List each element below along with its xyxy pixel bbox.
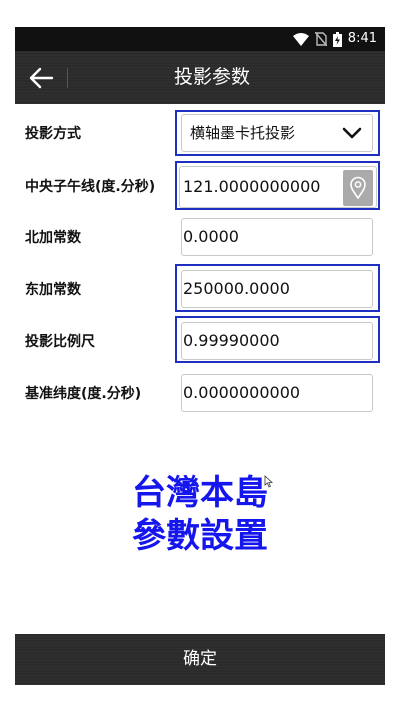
projection-method-select[interactable]: 横轴墨卡托投影 — [181, 114, 373, 152]
row-base-latitude: 基准纬度(度.分秒) 0.0000000000 — [15, 368, 385, 420]
scale-factor-label: 投影比例尺 — [25, 334, 95, 350]
locate-button[interactable] — [343, 170, 373, 206]
false-northing-value: 0.0000 — [183, 227, 239, 246]
central-meridian-input[interactable]: 121.0000000000 — [179, 166, 377, 208]
scale-factor-value: 0.99990000 — [183, 331, 280, 350]
status-bar: 8:41 — [15, 27, 385, 51]
arrow-left-icon — [29, 67, 54, 89]
row-false-northing: 北加常数 0.0000 — [15, 212, 385, 264]
status-time: 8:41 — [347, 31, 377, 46]
confirm-button[interactable]: 确定 — [15, 634, 385, 685]
base-latitude-value: 0.0000000000 — [183, 383, 301, 402]
projection-method-value: 横轴墨卡托投影 — [190, 124, 296, 142]
overlay-title-line-2: 參數設置 — [132, 516, 268, 556]
no-sim-icon — [314, 32, 327, 46]
page-title: 投影参数 — [173, 66, 250, 88]
false-northing-label: 北加常数 — [25, 230, 81, 246]
back-button[interactable] — [21, 61, 61, 95]
overlay-title-line-1: 台灣本島 — [132, 473, 268, 513]
base-latitude-label: 基准纬度(度.分秒) — [25, 386, 142, 402]
base-latitude-input[interactable]: 0.0000000000 — [181, 374, 373, 412]
projection-method-label: 投影方式 — [25, 126, 81, 142]
location-pin-icon — [350, 176, 366, 200]
status-icons: 8:41 — [292, 31, 377, 47]
row-false-easting: 东加常数 250000.0000 — [15, 264, 385, 316]
row-scale-factor: 投影比例尺 0.99990000 — [15, 316, 385, 368]
false-easting-value: 250000.0000 — [183, 279, 290, 298]
row-central-meridian: 中央子午线(度.分秒) 121.0000000000 — [15, 161, 385, 213]
central-meridian-label: 中央子午线(度.分秒) — [25, 179, 156, 195]
app-screen: 8:41 投影参数 投影方式 横轴墨卡托投影 中央子午线(度.分秒) 121.0… — [15, 27, 385, 685]
mouse-cursor-icon — [264, 475, 273, 488]
chevron-down-icon — [342, 127, 362, 139]
central-meridian-value: 121.0000000000 — [183, 177, 321, 196]
false-easting-label: 东加常数 — [25, 282, 81, 298]
scale-factor-input[interactable]: 0.99990000 — [181, 322, 373, 360]
title-divider — [67, 68, 68, 88]
row-projection-method: 投影方式 横轴墨卡托投影 — [15, 108, 385, 160]
false-northing-input[interactable]: 0.0000 — [181, 218, 373, 256]
battery-charging-icon — [332, 31, 342, 47]
title-bar: 投影参数 — [15, 51, 385, 104]
wifi-icon — [292, 32, 309, 46]
false-easting-input[interactable]: 250000.0000 — [181, 270, 373, 308]
